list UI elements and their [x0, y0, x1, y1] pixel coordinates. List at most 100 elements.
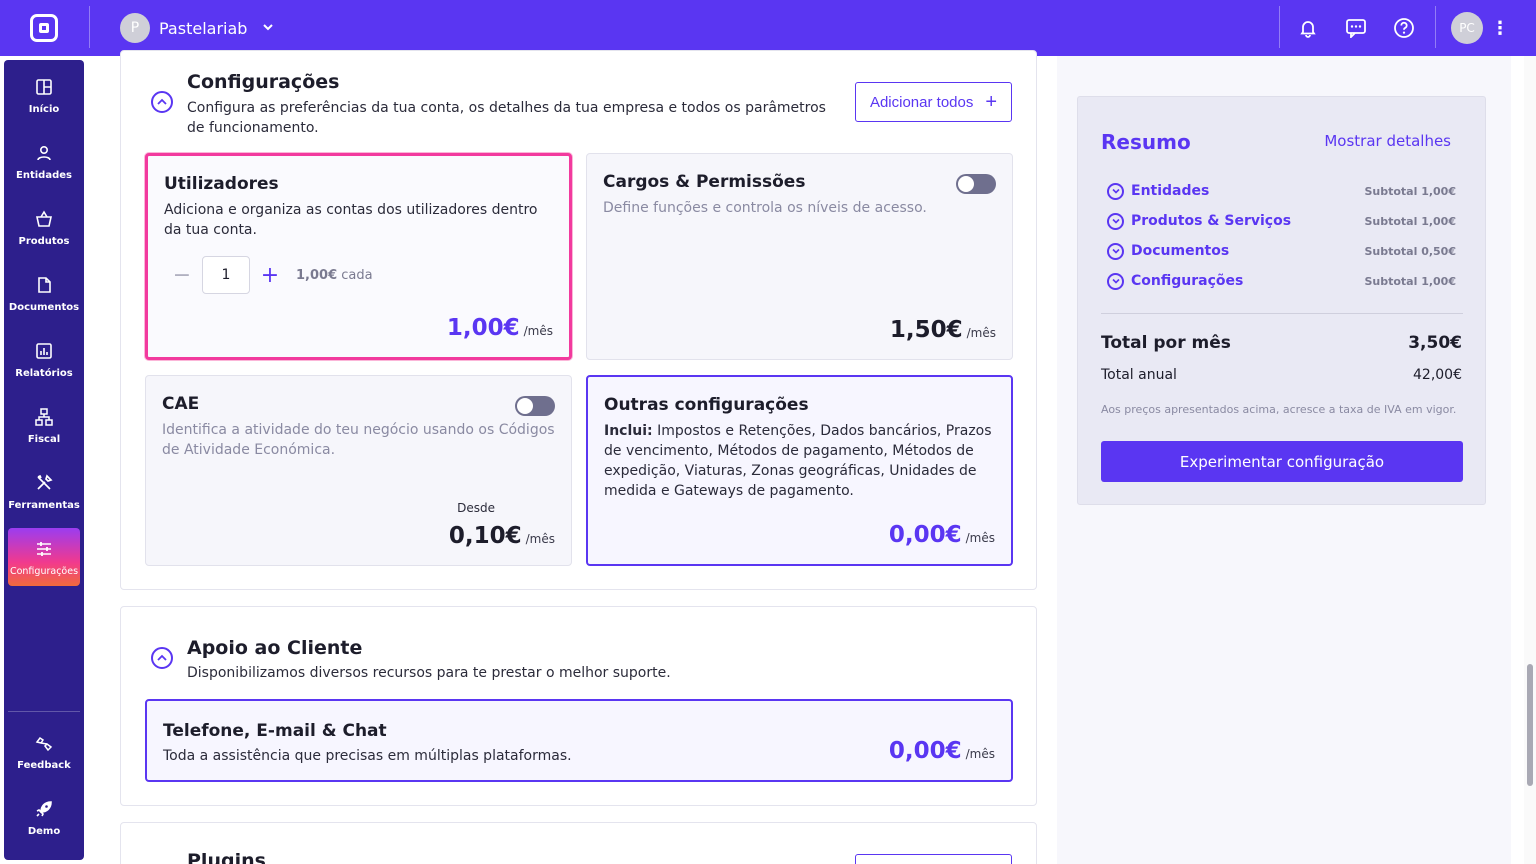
sidebar-item-configuracoes[interactable]: Configurações — [8, 528, 80, 586]
decrement-button[interactable]: − — [170, 263, 194, 288]
app-logo-icon[interactable] — [30, 14, 58, 42]
tools-icon — [8, 474, 80, 498]
add-all-button[interactable]: Adicionar todos + — [855, 82, 1012, 122]
sidebar-item-relatorios[interactable]: Relatórios — [8, 330, 80, 388]
price-period: /mês — [523, 324, 553, 338]
price-period: /mês — [525, 532, 555, 546]
total-month-value: 3,50€ — [1408, 333, 1462, 353]
price-amount: 0,00€ — [888, 738, 962, 764]
sidebar-item-label: Início — [28, 104, 60, 115]
summary-panel: Resumo Mostrar detalhes Entidades Subtot… — [1077, 96, 1486, 505]
summary-row[interactable]: Configurações Subtotal 1,00€ — [1107, 271, 1456, 291]
section-apoio-cliente: Apoio ao Cliente Disponibilizamos divers… — [120, 606, 1037, 806]
card-title: Utilizadores — [164, 174, 279, 194]
top-divider — [1279, 6, 1280, 48]
sidebar-item-label: Fiscal — [27, 434, 61, 445]
summary-row-subtotal: Subtotal 1,00€ — [1364, 274, 1456, 288]
price-amount: 1,50€ — [889, 317, 963, 343]
company-selector[interactable]: P Pastelariab — [120, 13, 274, 43]
includes-label: Inclui: — [604, 423, 653, 439]
summary-row[interactable]: Documentos Subtotal 0,50€ — [1107, 241, 1456, 261]
rocket-icon — [8, 800, 80, 824]
sidebar-item-fiscal[interactable]: Fiscal — [8, 396, 80, 454]
more-menu-icon[interactable]: ⋮ — [1491, 14, 1509, 42]
section-description: Configura as preferências da tua conta, … — [187, 100, 826, 136]
section-description: Disponibilizamos diversos recursos para … — [187, 665, 671, 681]
summary-row-subtotal: Subtotal 1,00€ — [1364, 214, 1456, 228]
chevron-up-icon[interactable] — [151, 91, 173, 113]
card-description: Identifica a atividade do teu negócio us… — [162, 422, 555, 458]
section-title: Apoio ao Cliente — [187, 637, 363, 659]
price-period: /mês — [965, 747, 995, 761]
sidebar-item-ferramentas[interactable]: Ferramentas — [8, 462, 80, 520]
summary-row-name: Configurações — [1131, 273, 1244, 289]
company-name: Pastelariab — [159, 18, 248, 38]
sidebar-item-demo[interactable]: Demo — [8, 788, 80, 846]
user-avatar[interactable]: PC — [1451, 12, 1483, 44]
summary-row[interactable]: Entidades Subtotal 1,00€ — [1107, 181, 1456, 201]
top-divider — [1435, 6, 1436, 48]
sidebar-item-label: Demo — [27, 826, 61, 837]
price-amount: 0,10€ — [448, 523, 522, 549]
sliders-icon — [8, 540, 80, 564]
section-title: Configurações — [187, 71, 340, 93]
card-cargos-permissoes[interactable]: Cargos & Permissões Define funções e con… — [586, 153, 1013, 360]
total-annual-label: Total anual — [1101, 367, 1177, 383]
card-description: Define funções e controla os níveis de a… — [603, 200, 927, 216]
vat-note: Aos preços apresentados acima, acresce a… — [1101, 403, 1457, 416]
sidebar-item-entidades[interactable]: Entidades — [8, 132, 80, 190]
sidebar-item-label: Ferramentas — [8, 500, 80, 511]
chat-icon[interactable] — [1342, 14, 1370, 42]
card-utilizadores[interactable]: Utilizadores Adiciona e organiza as cont… — [145, 153, 572, 360]
help-icon[interactable] — [1390, 14, 1418, 42]
try-configuration-button[interactable]: Experimentar configuração — [1101, 441, 1463, 482]
toggle-switch[interactable] — [515, 396, 555, 416]
top-divider — [89, 6, 90, 48]
toggle-switch[interactable] — [956, 174, 996, 194]
scrollbar-thumb[interactable] — [1527, 664, 1533, 786]
summary-row-name: Produtos & Serviços — [1131, 213, 1292, 229]
card-description: Toda a assistência que precisas em múlti… — [163, 748, 572, 764]
quantity-stepper: − + 1,00€ cada — [170, 256, 373, 294]
price-amount: 0,00€ — [888, 522, 962, 548]
summary-row-subtotal: Subtotal 0,50€ — [1364, 244, 1456, 258]
sidebar-item-label: Relatórios — [15, 368, 73, 379]
chevron-up-icon[interactable] — [151, 647, 173, 669]
increment-button[interactable]: + — [258, 263, 282, 288]
grid-icon — [8, 78, 80, 102]
card-telefone-email-chat[interactable]: Telefone, E-mail & Chat Toda a assistênc… — [145, 699, 1013, 782]
basket-icon — [8, 210, 80, 234]
card-title: Telefone, E-mail & Chat — [163, 721, 387, 741]
document-icon — [8, 276, 80, 300]
company-avatar: P — [120, 13, 150, 43]
card-price: 1,00€ /mês — [447, 315, 553, 341]
chevron-down-icon — [262, 21, 274, 36]
chevron-down-icon — [1107, 182, 1124, 200]
card-title: Cargos & Permissões — [603, 172, 806, 192]
sidebar-item-documentos[interactable]: Documentos — [8, 264, 80, 322]
sidebar-item-feedback[interactable]: Feedback — [8, 722, 80, 780]
bell-icon[interactable] — [1294, 14, 1322, 42]
quantity-input[interactable] — [202, 256, 250, 294]
top-bar: P Pastelariab PC ⋮ — [0, 0, 1536, 56]
card-cae[interactable]: CAE Identifica a atividade do teu negóci… — [145, 375, 572, 566]
total-month-label: Total por mês — [1101, 333, 1231, 353]
price-period: /mês — [966, 326, 996, 340]
summary-row[interactable]: Produtos & Serviços Subtotal 1,00€ — [1107, 211, 1456, 231]
hierarchy-icon — [8, 408, 80, 432]
sidebar-item-produtos[interactable]: Produtos — [8, 198, 80, 256]
sidebar-item-label: Configurações — [9, 566, 79, 577]
card-price: 0,10€ /mês — [449, 523, 555, 549]
sidebar: Início Entidades Produtos Documentos Rel… — [4, 60, 84, 860]
from-label: Desde — [457, 501, 495, 515]
sidebar-item-inicio[interactable]: Início — [8, 66, 80, 124]
feedback-icon — [8, 734, 80, 758]
add-all-button[interactable] — [855, 854, 1012, 864]
unit-price-value: 1,00€ — [296, 267, 338, 283]
show-details-link[interactable]: Mostrar detalhes — [1324, 132, 1451, 150]
section-plugins: Plugins — [120, 822, 1037, 864]
plus-icon: + — [985, 91, 998, 113]
card-outras-configuracoes[interactable]: Outras configurações Inclui: Impostos e … — [586, 375, 1013, 566]
includes-list: Impostos e Retenções, Dados bancários, P… — [604, 423, 992, 499]
sidebar-divider — [8, 711, 80, 712]
